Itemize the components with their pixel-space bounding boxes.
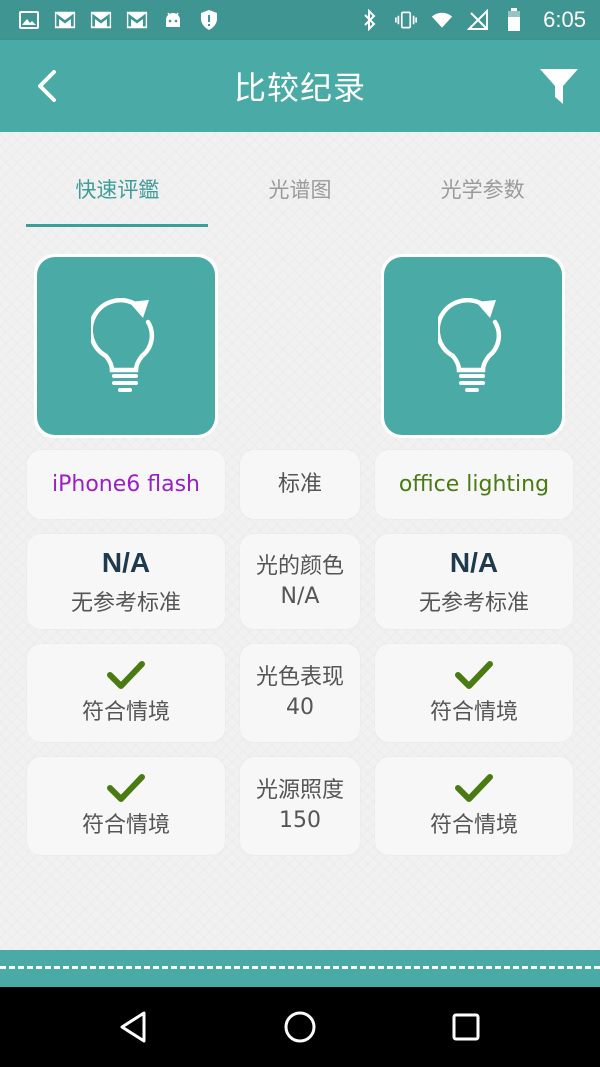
shield-icon — [198, 9, 220, 31]
left-light-card[interactable] — [34, 254, 218, 438]
wifi-icon — [431, 9, 453, 31]
left-color-result: N/A 无参考标准 — [27, 534, 225, 629]
criterion-name: 光色表现 — [255, 665, 344, 690]
tab-bar: 快速评鑑 光谱图 光学参数 — [26, 172, 574, 228]
result-label: 符合情境 — [81, 700, 170, 725]
tab-optical-params[interactable]: 光学参数 — [391, 172, 574, 228]
standard-header-label: 标准 — [277, 471, 322, 497]
result-label: 符合情境 — [81, 813, 170, 838]
right-color-result: N/A 无参考标准 — [375, 534, 573, 629]
right-light-card[interactable] — [381, 254, 565, 438]
system-nav-bar — [0, 987, 600, 1067]
tab-spectrum[interactable]: 光谱图 — [209, 172, 392, 228]
footer-band — [0, 950, 600, 987]
left-source-label: iPhone6 flash — [52, 472, 200, 497]
chevron-left-icon — [38, 70, 56, 102]
right-source-label: office lighting — [398, 472, 550, 497]
back-button[interactable] — [28, 66, 68, 106]
active-tab-indicator — [26, 224, 208, 227]
nav-back-button[interactable] — [114, 1007, 154, 1047]
checkmark-icon — [107, 661, 145, 689]
main-content: 快速评鑑 光谱图 光学参数 iPhone6 flash 标准 office li… — [0, 132, 600, 950]
lightbulb-icon — [438, 298, 502, 392]
result-value: N/A — [101, 546, 151, 578]
checkmark-icon — [107, 774, 145, 802]
status-bar: 6:05 — [0, 0, 600, 40]
app-bar: 比较纪录 — [0, 40, 600, 132]
filter-icon — [540, 69, 578, 104]
gmail-icon — [54, 9, 76, 31]
left-source-name: iPhone6 flash — [27, 450, 225, 519]
right-illuminance-result: 符合情境 — [375, 757, 573, 855]
clock-time: 6:05 — [543, 7, 586, 32]
page-title: 比较纪录 — [233, 69, 366, 107]
criterion-name: 光的颜色 — [255, 553, 344, 579]
system-icons: 6:05 — [359, 7, 586, 33]
checkmark-icon — [455, 774, 493, 802]
gmail-icon — [126, 9, 148, 31]
result-label: 符合情境 — [429, 700, 518, 725]
bluetooth-icon — [359, 9, 381, 31]
checkmark-icon — [455, 661, 493, 689]
right-rendering-result: 符合情境 — [375, 644, 573, 742]
nav-home-button[interactable] — [280, 1007, 320, 1047]
battery-icon — [503, 8, 525, 31]
result-label: 无参考标准 — [70, 590, 181, 616]
left-illuminance-result: 符合情境 — [27, 757, 225, 855]
filter-button[interactable] — [538, 66, 580, 108]
tab-quick-review[interactable]: 快速评鑑 — [26, 172, 209, 228]
lightbulb-icon — [91, 298, 155, 392]
recents-square-icon — [452, 1013, 480, 1041]
criterion-value: N/A — [280, 583, 320, 609]
result-label: 无参考标准 — [418, 590, 529, 616]
criterion-value: 150 — [279, 808, 321, 833]
right-source-name: office lighting — [375, 450, 573, 519]
left-rendering-result: 符合情境 — [27, 644, 225, 742]
result-label: 符合情境 — [429, 813, 518, 838]
criterion-illuminance: 光源照度 150 — [240, 757, 360, 855]
no-signal-icon — [467, 9, 489, 31]
notification-icons — [18, 9, 220, 31]
standard-header: 标准 — [240, 450, 360, 519]
nav-recents-button[interactable] — [446, 1007, 486, 1047]
home-circle-icon — [284, 1011, 316, 1043]
criterion-light-color: 光的颜色 N/A — [240, 534, 360, 629]
gmail-icon — [90, 9, 112, 31]
criterion-name: 光源照度 — [255, 778, 344, 803]
criterion-value: 40 — [286, 695, 314, 720]
result-value: N/A — [449, 546, 499, 578]
dashed-divider — [0, 966, 600, 969]
criterion-color-rendering: 光色表现 40 — [240, 644, 360, 742]
vibrate-icon — [395, 9, 418, 31]
image-icon — [18, 9, 40, 31]
back-triangle-icon — [120, 1011, 146, 1043]
android-icon — [162, 9, 184, 31]
